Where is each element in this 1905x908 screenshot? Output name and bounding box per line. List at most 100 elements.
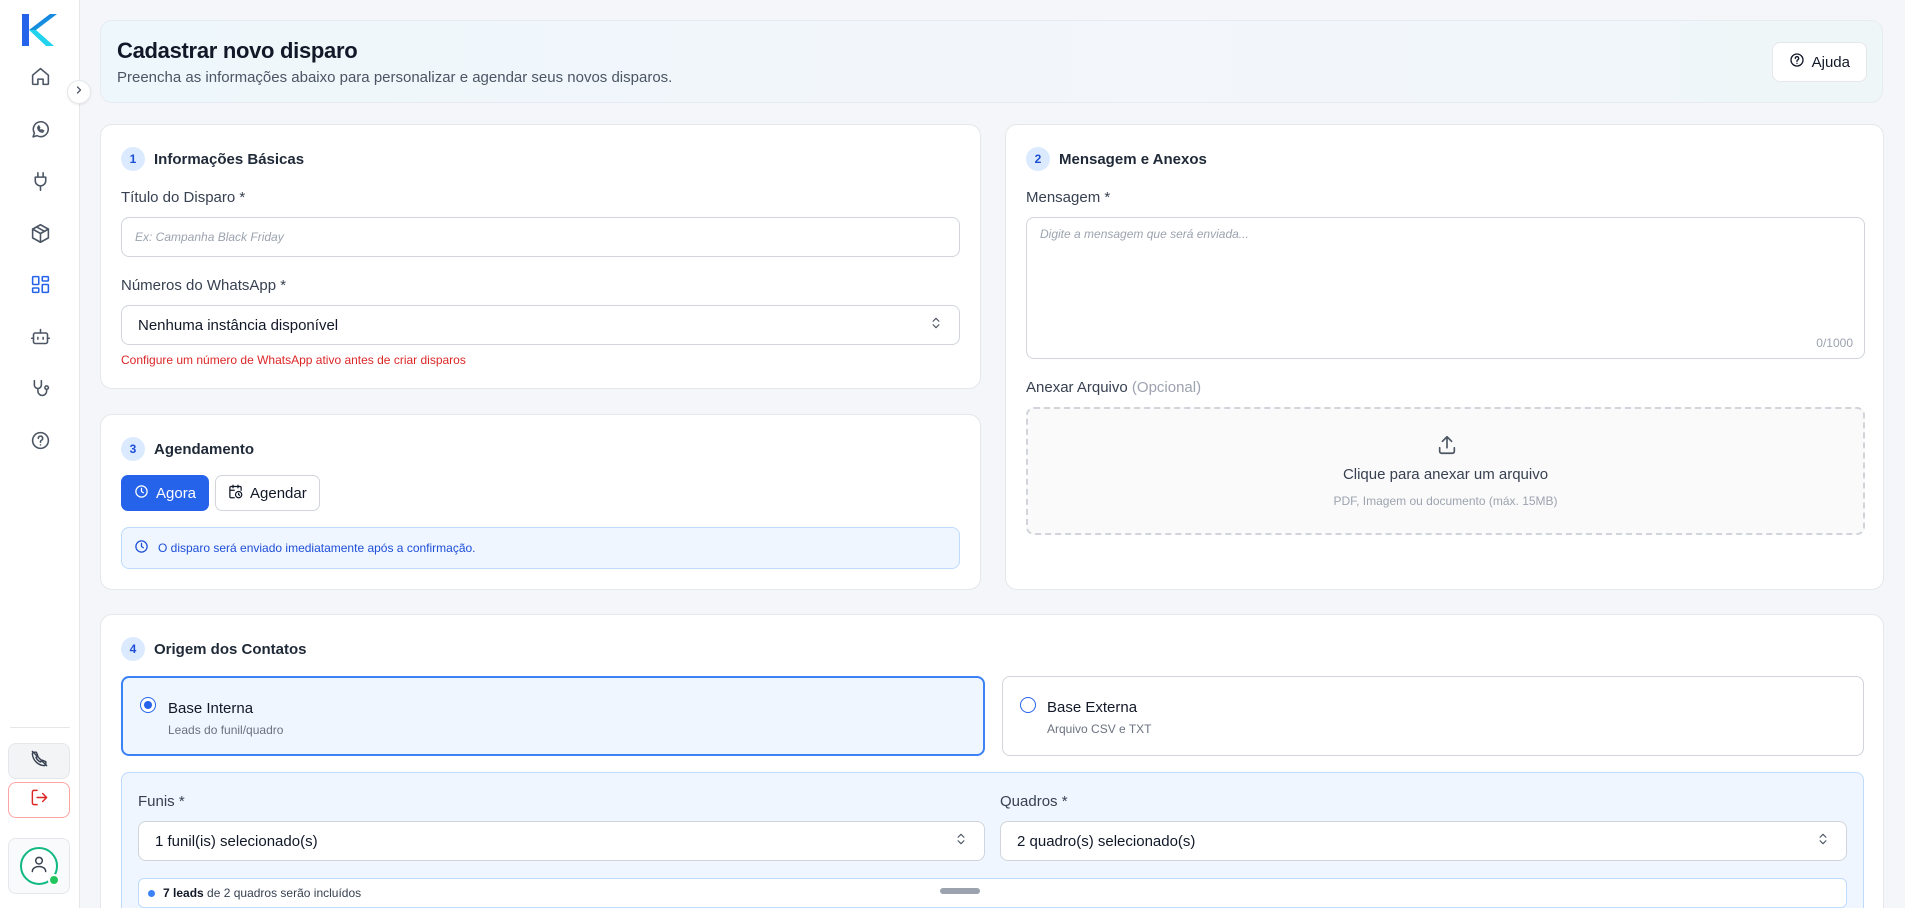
whatsapp-numbers-label: Números do WhatsApp *	[121, 277, 287, 294]
message-textarea[interactable]: Digite a mensagem que será enviada... 0/…	[1026, 217, 1865, 359]
internal-base-radio[interactable]	[140, 697, 156, 713]
nav-health[interactable]	[24, 375, 56, 407]
stethoscope-icon	[30, 378, 51, 404]
upload-icon	[1436, 434, 1458, 461]
whatsapp-error-message: Configure um número de WhatsApp ativo an…	[121, 353, 466, 367]
help-circle-icon	[30, 430, 51, 456]
contacts-origin-card: 4 Origem dos Contatos Base Interna Leads…	[100, 614, 1884, 908]
whatsapp-numbers-select[interactable]: Nenhuma instância disponível	[121, 305, 960, 345]
avatar	[20, 847, 60, 886]
external-base-radio[interactable]	[1020, 697, 1036, 713]
nav-whatsapp[interactable]	[24, 116, 56, 148]
page-header: Cadastrar novo disparo Preencha as infor…	[100, 20, 1883, 103]
section-title: Informações Básicas	[154, 150, 305, 168]
step-number: 1	[121, 147, 145, 171]
dropzone-hint: PDF, Imagem ou documento (máx. 15MB)	[1333, 494, 1558, 508]
scroll-handle[interactable]	[940, 888, 980, 894]
message-header: 2 Mensagem e Anexos	[1026, 147, 1207, 171]
leads-bullet	[148, 889, 155, 897]
clock-icon	[134, 484, 149, 503]
send-now-label: Agora	[156, 484, 197, 502]
nav-help[interactable]	[24, 427, 56, 459]
internal-base-title: Base Interna	[168, 700, 254, 717]
page-subtitle: Preencha as informações abaixo para pers…	[117, 69, 673, 86]
logout-icon	[30, 788, 49, 812]
internal-base-description: Leads do funil/quadro	[168, 723, 284, 737]
section-title: Mensagem e Anexos	[1059, 150, 1207, 168]
help-button[interactable]: Ajuda	[1771, 42, 1867, 82]
page-title: Cadastrar novo disparo	[117, 38, 358, 63]
dispatch-title-label: Título do Disparo *	[121, 189, 246, 206]
message-placeholder: Digite a mensagem que será enviada...	[1040, 227, 1249, 241]
user-profile-button[interactable]	[8, 838, 70, 894]
schedule-card: 3 Agendamento Agora Agendar O disparo se…	[100, 414, 981, 590]
sidebar-toggle-button[interactable]	[67, 80, 91, 104]
external-base-option[interactable]: Base Externa Arquivo CSV e TXT	[1002, 676, 1864, 756]
calendar-clock-icon	[228, 484, 243, 503]
attach-file-label: Anexar Arquivo (Opcional)	[1026, 379, 1201, 396]
funnels-label: Funis *	[138, 793, 185, 810]
schedule-button[interactable]: Agendar	[215, 475, 320, 511]
sidebar-divider	[10, 727, 70, 728]
chevron-right-icon	[73, 83, 85, 101]
schedule-info-text: O disparo será enviado imediatamente apó…	[158, 541, 476, 555]
nav-bots[interactable]	[24, 323, 56, 355]
boards-label: Quadros *	[1000, 793, 1068, 810]
funnels-select-value: 1 funil(is) selecionado(s)	[155, 832, 318, 850]
leads-summary: 7 leads de 2 quadros serão incluídos	[138, 878, 1847, 908]
nav-products[interactable]	[24, 220, 56, 252]
nav-integrations[interactable]	[24, 168, 56, 200]
internal-filters-panel: Funis * 1 funil(is) selecionado(s) Quadr…	[121, 772, 1864, 908]
package-icon	[30, 223, 51, 249]
basic-info-card: 1 Informações Básicas Título do Disparo …	[100, 124, 981, 389]
logout-button[interactable]	[8, 782, 70, 818]
schedule-header: 3 Agendamento	[121, 437, 254, 461]
chevrons-up-down-icon	[954, 832, 968, 850]
step-number: 4	[121, 637, 145, 661]
nav-dashboard[interactable]	[24, 271, 56, 303]
sidebar	[0, 0, 80, 908]
message-card: 2 Mensagem e Anexos Mensagem * Digite a …	[1005, 124, 1884, 590]
clock-icon	[134, 539, 149, 557]
help-circle-icon	[1789, 52, 1805, 72]
message-label: Mensagem *	[1026, 189, 1111, 206]
user-icon	[29, 854, 49, 879]
whatsapp-icon	[30, 119, 51, 145]
plug-icon	[30, 171, 51, 197]
external-base-description: Arquivo CSV e TXT	[1047, 722, 1152, 736]
step-number: 3	[121, 437, 145, 461]
step-number: 2	[1026, 147, 1050, 171]
boards-select-value: 2 quadro(s) selecionado(s)	[1017, 832, 1196, 850]
schedule-info-box: O disparo será enviado imediatamente apó…	[121, 527, 960, 569]
online-status-dot	[48, 874, 60, 886]
dispatch-title-input[interactable]: Ex: Campanha Black Friday	[121, 217, 960, 257]
leads-count: 7 leads	[163, 886, 204, 900]
phone-off-icon	[30, 749, 49, 773]
section-title: Origem dos Contatos	[154, 640, 307, 658]
whatsapp-select-value: Nenhuma instância disponível	[138, 316, 339, 334]
internal-base-option[interactable]: Base Interna Leads do funil/quadro	[121, 676, 985, 756]
basic-info-header: 1 Informações Básicas	[121, 147, 304, 171]
contacts-origin-header: 4 Origem dos Contatos	[121, 637, 307, 661]
home-icon	[30, 66, 51, 92]
dispatch-title-placeholder: Ex: Campanha Black Friday	[135, 230, 284, 244]
funnels-select[interactable]: 1 funil(is) selecionado(s)	[138, 821, 985, 861]
file-dropzone[interactable]: Clique para anexar um arquivo PDF, Image…	[1026, 407, 1865, 535]
dropzone-title: Clique para anexar um arquivo	[1342, 466, 1549, 483]
help-button-label: Ajuda	[1811, 53, 1850, 71]
optional-tag: (Opcional)	[1131, 379, 1202, 396]
app-logo[interactable]	[20, 12, 58, 48]
leads-summary-text: 7 leads de 2 quadros serão incluídos	[163, 886, 361, 900]
chevrons-up-down-icon	[1816, 832, 1830, 850]
bot-icon	[30, 326, 51, 352]
nav-home[interactable]	[24, 63, 56, 95]
send-now-button[interactable]: Agora	[121, 475, 210, 511]
disconnect-phone-button[interactable]	[8, 743, 70, 779]
character-counter: 0/1000	[1816, 336, 1853, 350]
external-base-title: Base Externa	[1047, 699, 1138, 716]
leads-suffix: de 2 quadros serão incluídos	[207, 886, 362, 900]
section-title: Agendamento	[154, 440, 255, 458]
dashboard-icon	[30, 274, 51, 300]
boards-select[interactable]: 2 quadro(s) selecionado(s)	[1000, 821, 1847, 861]
schedule-label: Agendar	[250, 484, 307, 502]
